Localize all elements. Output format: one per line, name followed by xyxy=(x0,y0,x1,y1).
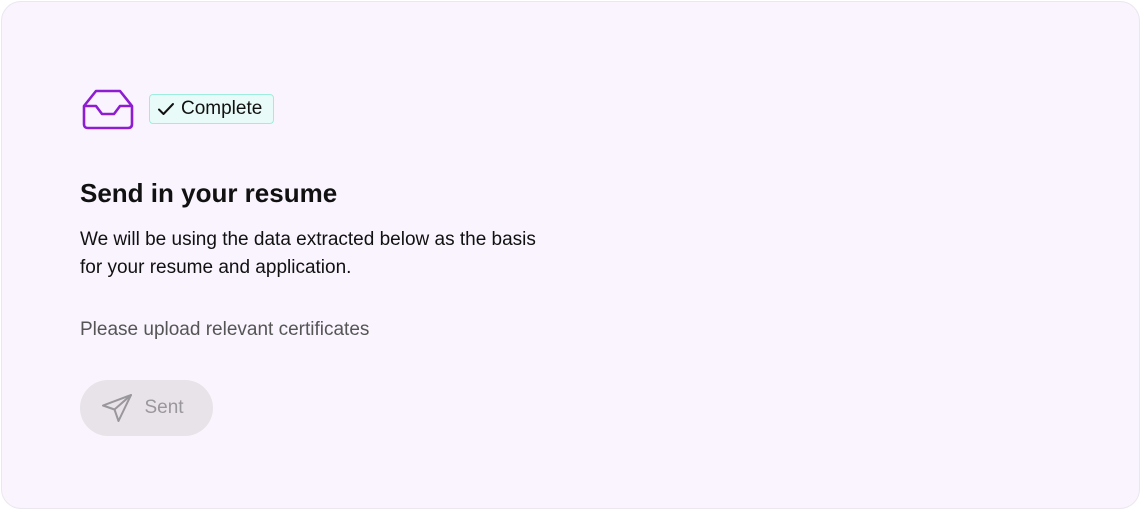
sent-button-label: Sent xyxy=(144,397,184,418)
task-header: Complete xyxy=(82,88,275,130)
upload-note: Please upload relevant certificates xyxy=(80,319,370,340)
inbox-icon xyxy=(82,89,134,130)
status-badge: Complete xyxy=(149,94,275,124)
card-title: Send in your resume xyxy=(80,178,338,208)
paper-plane-icon xyxy=(102,394,133,422)
status-badge-label: Complete xyxy=(181,98,263,119)
card-description: We will be using the data extracted belo… xyxy=(80,229,536,278)
sent-button[interactable]: Sent xyxy=(80,380,213,436)
check-icon xyxy=(158,103,174,115)
resume-task-card: Complete Send in your resume We will be … xyxy=(1,1,1140,509)
